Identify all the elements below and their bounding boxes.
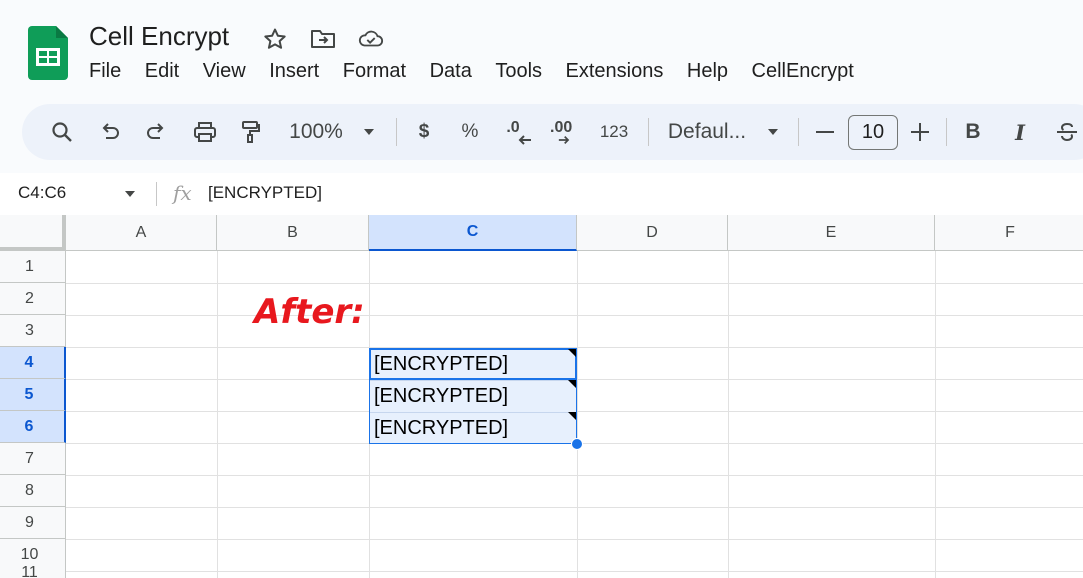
font-size-input[interactable]: 10 (848, 115, 898, 150)
format-currency-button[interactable]: $ (412, 104, 436, 160)
redo-icon[interactable] (138, 104, 174, 160)
row-header-4[interactable]: 4 (0, 347, 66, 379)
italic-button[interactable]: I (1008, 104, 1032, 160)
font-family-select[interactable]: Defaul... (664, 104, 750, 160)
decrease-decimal-button[interactable]: .0 (504, 104, 536, 160)
menu-insert[interactable]: Insert (269, 60, 319, 83)
menu-file[interactable]: File (89, 60, 121, 83)
cloud-saved-icon[interactable] (358, 26, 384, 52)
row-header-3[interactable]: 3 (0, 315, 66, 347)
column-header-a[interactable]: A (66, 215, 217, 251)
column-header-b[interactable]: B (217, 215, 369, 251)
row-header-9[interactable]: 9 (0, 507, 66, 539)
row-header-7[interactable]: 7 (0, 443, 66, 475)
menu-extensions[interactable]: Extensions (566, 60, 664, 83)
sheets-logo-icon[interactable] (28, 26, 68, 80)
zoom-dropdown-icon[interactable] (358, 104, 380, 160)
note-indicator-icon (568, 380, 576, 388)
app-header: Cell Encrypt File Edit View Insert Forma… (0, 0, 1083, 100)
row-header-1[interactable]: 1 (0, 251, 66, 283)
formula-input[interactable]: [ENCRYPTED] (208, 183, 322, 203)
after-annotation: After: (254, 292, 365, 332)
column-header-e[interactable]: E (728, 215, 935, 251)
arrow-right-icon (559, 136, 570, 144)
more-formats-button[interactable]: 123 (596, 104, 632, 160)
document-title[interactable]: Cell Encrypt (89, 21, 229, 52)
cell-c5[interactable]: [ENCRYPTED] (374, 385, 508, 408)
menu-data[interactable]: Data (430, 60, 472, 83)
move-to-folder-icon[interactable] (310, 26, 336, 52)
row-header-5[interactable]: 5 (0, 379, 66, 411)
print-icon[interactable] (186, 104, 224, 160)
increase-font-size-icon[interactable] (906, 104, 934, 160)
spreadsheet-grid: A B C D E F 1 2 3 4 5 6 7 8 9 10 11 [ENC… (0, 215, 1083, 578)
bold-button[interactable]: B (960, 104, 986, 160)
note-indicator-icon (568, 349, 576, 357)
row-header-8[interactable]: 8 (0, 475, 66, 507)
select-all-corner[interactable] (0, 215, 66, 251)
cell-c4[interactable]: [ENCRYPTED] (374, 353, 508, 376)
menu-help[interactable]: Help (687, 60, 728, 83)
column-header-c[interactable]: C (369, 215, 577, 251)
format-percent-button[interactable]: % (458, 104, 482, 160)
font-dropdown-icon[interactable] (762, 104, 784, 160)
formula-bar: C4:C6 fx [ENCRYPTED] (0, 173, 1083, 215)
menu-cellencrypt[interactable]: CellEncrypt (752, 60, 854, 83)
name-box[interactable]: C4:C6 (18, 183, 66, 203)
strikethrough-icon[interactable] (1054, 104, 1080, 160)
arrow-left-icon (518, 135, 531, 145)
column-header-f[interactable]: F (935, 215, 1083, 251)
menu-edit[interactable]: Edit (145, 60, 179, 83)
menu-view[interactable]: View (203, 60, 246, 83)
undo-icon[interactable] (92, 104, 128, 160)
name-box-dropdown-icon[interactable] (124, 185, 136, 203)
star-icon[interactable] (262, 26, 288, 52)
increase-decimal-button[interactable]: .00 (550, 104, 584, 160)
row-header-11[interactable]: 11 (0, 565, 66, 578)
menu-bar: File Edit View Insert Format Data Tools … (89, 60, 877, 83)
row-header-6[interactable]: 6 (0, 411, 66, 443)
fill-handle[interactable] (571, 438, 583, 450)
column-header-d[interactable]: D (577, 215, 728, 251)
fx-icon: fx (173, 181, 192, 205)
search-menus-icon[interactable] (42, 104, 82, 160)
note-indicator-icon (568, 412, 576, 420)
cell-c6[interactable]: [ENCRYPTED] (374, 417, 508, 440)
paint-format-icon[interactable] (232, 104, 270, 160)
menu-format[interactable]: Format (343, 60, 406, 83)
toolbar: 100% $ % .0 .00 123 Defaul... 10 B I (22, 104, 1083, 160)
decrease-font-size-icon[interactable] (812, 104, 838, 160)
row-header-2[interactable]: 2 (0, 283, 66, 315)
menu-tools[interactable]: Tools (495, 60, 542, 83)
zoom-select[interactable]: 100% (284, 104, 348, 160)
